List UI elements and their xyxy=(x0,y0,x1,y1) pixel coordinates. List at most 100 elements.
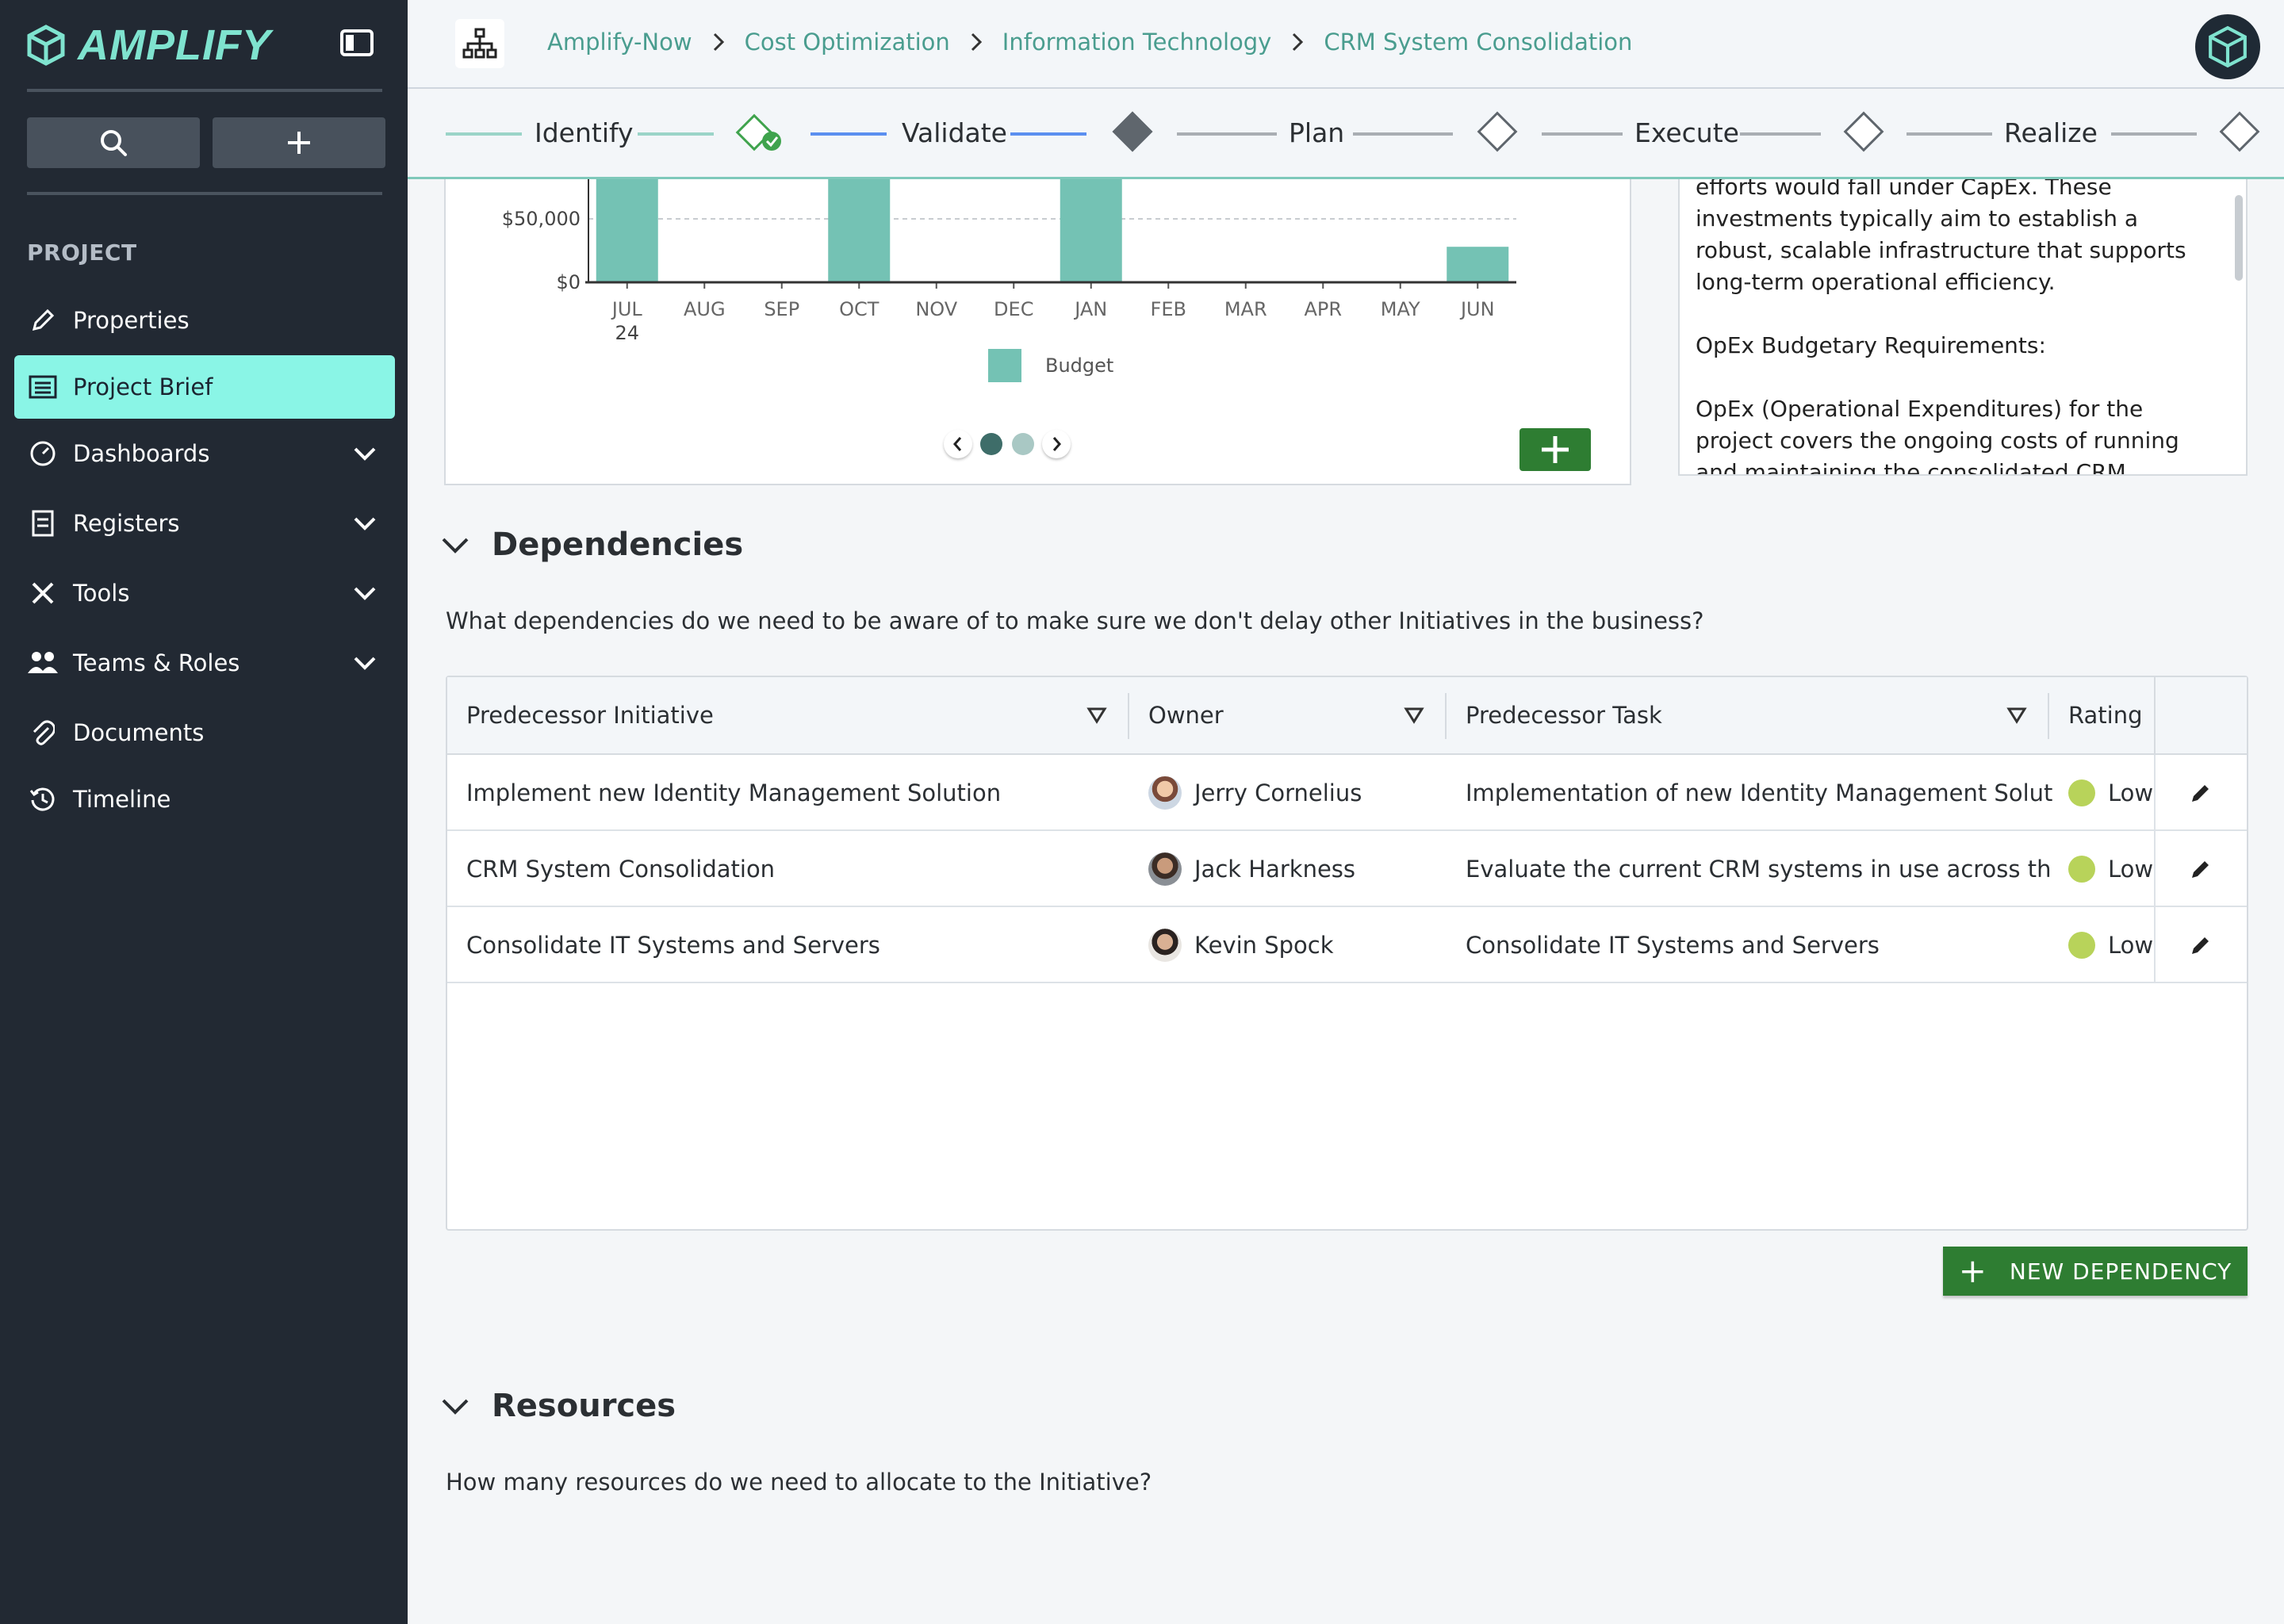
dependencies-section-header[interactable]: Dependencies xyxy=(439,527,743,563)
column-divider[interactable] xyxy=(2048,693,2049,739)
chevron-left-icon[interactable] xyxy=(944,430,972,458)
logo-text: AMPLIFY xyxy=(78,21,271,69)
stage-realize[interactable]: Realize xyxy=(2004,117,2098,148)
chevron-right-icon xyxy=(969,31,983,53)
pencil-icon xyxy=(2192,860,2210,878)
resources-section-header[interactable]: Resources xyxy=(439,1388,676,1424)
stage-connector xyxy=(1542,132,1623,136)
x-tick-label: MAR xyxy=(1224,298,1267,320)
sidebar-item-documents[interactable]: Documents xyxy=(14,701,395,764)
chevron-down-icon[interactable] xyxy=(351,439,379,473)
sidebar-item-registers[interactable]: Registers xyxy=(14,492,395,555)
sidebar-item-timeline[interactable]: Timeline xyxy=(14,768,395,831)
x-tick-label: SEP xyxy=(764,298,799,320)
owner-name: Jack Harkness xyxy=(1194,856,1356,883)
search-icon xyxy=(101,130,127,156)
stage-plan[interactable]: Plan xyxy=(1289,117,1344,148)
section-title: Dependencies xyxy=(492,527,744,563)
filter-icon[interactable] xyxy=(1086,706,1107,730)
brief-paragraph: OpEx Budgetary Requirements: xyxy=(1696,332,2046,358)
filter-icon[interactable] xyxy=(2006,706,2027,730)
filter-icon[interactable] xyxy=(1404,706,1424,730)
edit-button[interactable] xyxy=(2189,755,2228,831)
top-bar: Amplify-Now Cost Optimization Informatio… xyxy=(408,0,2284,89)
column-divider[interactable] xyxy=(1445,693,1447,739)
column-header-label: Predecessor Initiative xyxy=(466,702,714,729)
sidebar-collapse-icon[interactable] xyxy=(339,29,374,60)
table-row[interactable]: Implement new Identity Management Soluti… xyxy=(447,755,2247,831)
section-title: Resources xyxy=(492,1388,676,1424)
stage-execute[interactable]: Execute xyxy=(1634,117,1739,148)
carousel-dot[interactable] xyxy=(1012,433,1034,455)
app-logo[interactable]: AMPLIFY xyxy=(25,21,271,70)
chevron-down-icon[interactable] xyxy=(351,649,379,683)
hierarchy-icon xyxy=(462,28,497,59)
sidebar-item-label: Tools xyxy=(73,580,130,607)
x-tick-label: 24 xyxy=(615,322,639,344)
sidebar-item-teams-roles[interactable]: Teams & Roles xyxy=(14,631,395,695)
stage-connector xyxy=(2111,132,2197,136)
dependencies-question: What dependencies do we need to be aware… xyxy=(446,607,1704,634)
add-button[interactable] xyxy=(213,117,385,168)
edit-button[interactable] xyxy=(2189,907,2228,983)
cell-initiative: Implement new Identity Management Soluti… xyxy=(466,779,1002,806)
cell-owner: Jerry Cornelius xyxy=(1148,755,1434,831)
rating-dot xyxy=(2068,932,2095,959)
x-tick-label: JUN xyxy=(1459,298,1495,320)
cell-initiative: Consolidate IT Systems and Servers xyxy=(466,932,880,959)
chart-bar[interactable] xyxy=(1060,179,1122,282)
x-tick-label: OCT xyxy=(839,298,879,320)
column-divider xyxy=(2154,755,2156,831)
stage-connector xyxy=(811,132,887,136)
chart-legend: Budget xyxy=(988,349,1113,382)
carousel-dot-active[interactable] xyxy=(980,433,1002,455)
cube-logo-icon xyxy=(27,25,65,66)
chart-bar[interactable] xyxy=(828,179,891,282)
user-avatar[interactable] xyxy=(2195,14,2260,79)
chevron-down-icon[interactable] xyxy=(351,509,379,543)
chart-bar[interactable] xyxy=(596,179,658,282)
chevron-down-icon[interactable] xyxy=(351,579,379,613)
table-row[interactable]: CRM System Consolidation Jack Harkness E… xyxy=(447,831,2247,907)
sidebar-item-properties[interactable]: Properties xyxy=(14,289,395,352)
chevron-down-icon xyxy=(442,1399,469,1415)
breadcrumb-item[interactable]: Amplify-Now xyxy=(547,29,692,56)
table-row[interactable]: Consolidate IT Systems and Servers Kevin… xyxy=(447,907,2247,983)
x-tick-label: MAY xyxy=(1381,298,1420,320)
chevron-right-icon[interactable] xyxy=(1042,430,1071,458)
column-header-task[interactable]: Predecessor Task xyxy=(1466,677,1941,753)
column-divider[interactable] xyxy=(1128,693,1129,739)
sidebar-item-tools[interactable]: Tools xyxy=(14,561,395,625)
breadcrumb-item[interactable]: Information Technology xyxy=(1002,29,1272,56)
breadcrumb-item[interactable]: Cost Optimization xyxy=(745,29,950,56)
edit-button[interactable] xyxy=(2189,831,2228,907)
sidebar-item-project-brief[interactable]: Project Brief xyxy=(14,355,395,419)
search-button[interactable] xyxy=(27,117,200,168)
chart-bar[interactable] xyxy=(1447,247,1509,282)
cell-initiative: CRM System Consolidation xyxy=(466,856,776,883)
column-divider xyxy=(2154,907,2156,983)
x-tick-label: JUL xyxy=(611,298,643,320)
sidebar-item-dashboards[interactable]: Dashboards xyxy=(14,422,395,485)
brief-paragraph: efforts would fall under CapEx. These in… xyxy=(1696,179,2186,295)
rating-dot xyxy=(2068,779,2095,806)
chevron-right-icon xyxy=(1290,31,1305,53)
stage-validate[interactable]: Validate xyxy=(902,117,1007,148)
stage-connector xyxy=(1177,132,1277,136)
table-header: Predecessor Initiative Owner Predecessor… xyxy=(447,677,2247,755)
scrollbar-thumb[interactable] xyxy=(2235,195,2243,281)
rating-label: Low xyxy=(2108,856,2154,883)
column-header-owner[interactable]: Owner xyxy=(1148,677,1386,753)
column-header-rating[interactable]: Rating xyxy=(2068,677,2163,753)
pencil-icon xyxy=(2192,936,2210,954)
breadcrumb-item[interactable]: CRM System Consolidation xyxy=(1324,29,1632,56)
stage-identify[interactable]: Identify xyxy=(535,117,634,148)
new-dependency-button[interactable]: + NEW DEPENDENCY xyxy=(1943,1247,2248,1296)
add-chart-button[interactable] xyxy=(1519,428,1591,471)
sidebar-item-label: Registers xyxy=(73,510,180,537)
resources-question: How many resources do we need to allocat… xyxy=(446,1469,1152,1496)
column-header-initiative[interactable]: Predecessor Initiative xyxy=(466,677,1101,753)
register-icon xyxy=(27,508,59,539)
hierarchy-button[interactable] xyxy=(455,19,504,68)
avatar xyxy=(1148,929,1182,962)
